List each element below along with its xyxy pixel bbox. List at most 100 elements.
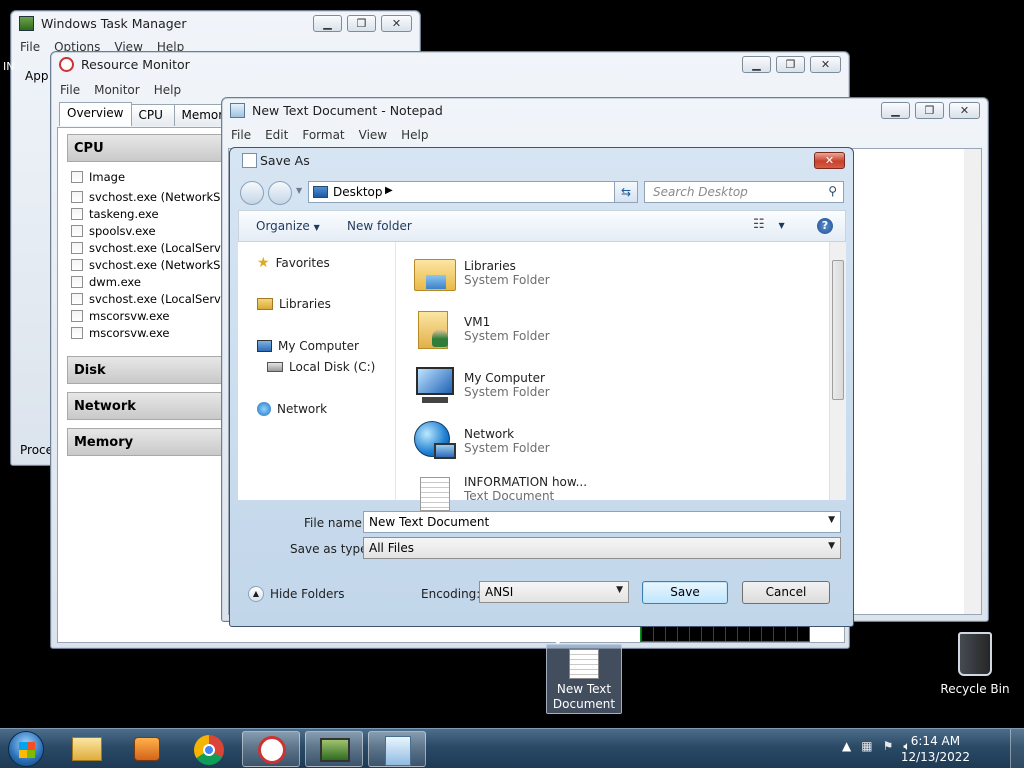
help-button[interactable]: ? [817,218,833,234]
menu-format[interactable]: Format [302,128,344,142]
tab-applications[interactable]: App [25,69,48,83]
taskbar-task-manager-button[interactable] [305,731,363,767]
new-folder-button[interactable]: New folder [347,219,412,233]
minimize-button[interactable]: ▁ [313,15,342,32]
minimize-button[interactable]: ▁ [742,56,771,73]
address-bar[interactable]: Desktop ▶ ▼ [308,181,638,203]
taskbar-resource-monitor-button[interactable] [242,731,300,767]
chevron-down-icon: ▼ [778,221,785,230]
nav-favorites[interactable]: ★ Favorites [257,255,330,271]
menu-edit[interactable]: Edit [265,128,288,142]
desktop-icon-new-text-document[interactable]: New Text Document [546,644,622,714]
organize-button[interactable]: Organize ▼ [256,219,320,233]
refresh-icon: ⇆ [620,185,632,199]
maximize-button[interactable]: ❐ [347,15,376,32]
menu-help[interactable]: Help [401,128,428,142]
hide-folders-button[interactable]: ▲ Hide Folders [248,586,345,602]
process-checkbox[interactable] [71,275,83,288]
chrome-icon [194,735,224,765]
start-button[interactable] [8,731,44,767]
menu-file[interactable]: File [20,40,40,54]
recent-locations-icon[interactable]: ▼ [296,186,302,195]
process-checkbox[interactable] [71,224,83,237]
minimize-button[interactable]: ▁ [881,102,910,119]
process-checkbox[interactable] [71,207,83,220]
save-as-type-value: All Files [369,541,415,555]
process-row[interactable]: mscorsvw.exe [71,324,169,341]
column-header-image[interactable]: Image [71,168,125,185]
maximize-button[interactable]: ❐ [915,102,944,119]
section-network[interactable]: Network [67,392,237,420]
taskbar-chrome-button[interactable] [180,731,238,767]
process-row[interactable]: dwm.exe [71,273,141,290]
process-checkbox[interactable] [71,309,83,322]
file-name-input[interactable]: New Text Document ▼ [363,511,841,533]
show-desktop-button[interactable] [1010,729,1024,768]
notepad-titlebar[interactable]: New Text Document - Notepad ▁ ❐ ✕ [222,98,988,124]
close-button[interactable]: ✕ [381,15,412,32]
scrollbar-thumb[interactable] [832,260,844,400]
process-checkbox[interactable] [71,326,83,339]
menu-help[interactable]: Help [154,83,181,97]
nav-libraries[interactable]: Libraries [257,297,331,311]
process-checkbox[interactable] [71,258,83,271]
section-cpu[interactable]: CPU [67,134,237,162]
close-icon: ✕ [959,104,970,117]
chevron-right-icon[interactable]: ▶ [385,185,393,196]
section-cpu-label: CPU [74,141,104,156]
select-all-checkbox[interactable] [71,170,83,183]
close-button[interactable]: ✕ [810,56,841,73]
task-manager-titlebar[interactable]: Windows Task Manager ▁ ❐ ✕ [11,11,420,37]
clock-date: 12/13/2022 [900,750,970,764]
save-as-dialog[interactable]: Save As ✕ ▼ Desktop ▶ ▼ ⇆ Search Desktop… [229,147,854,627]
save-as-type-select[interactable]: All Files ▼ [363,537,841,559]
view-options-button[interactable]: ☷ ▼ [753,217,785,232]
list-item[interactable]: INFORMATION how... Text Document [412,464,587,514]
taskbar-media-player-button[interactable] [118,731,176,767]
network-status-icon[interactable]: ▦ [861,739,872,754]
notepad-scrollbar[interactable] [964,149,981,614]
clock[interactable]: 6:14 AM 12/13/2022 [901,733,970,765]
chevron-down-icon[interactable]: ▼ [828,515,835,525]
nav-local-disk[interactable]: Local Disk (C:) [267,360,375,374]
resource-monitor-titlebar[interactable]: Resource Monitor ▁ ❐ ✕ [51,52,849,78]
process-row[interactable]: taskeng.exe [71,205,159,222]
search-icon: ⚲ [828,184,837,198]
section-disk[interactable]: Disk [67,356,237,384]
file-list-scrollbar[interactable] [829,242,846,500]
save-as-titlebar[interactable]: Save As ✕ [230,148,853,174]
back-button[interactable] [240,181,264,205]
nav-network[interactable]: Network [257,402,327,416]
close-button[interactable]: ✕ [949,102,980,119]
taskbar-notepad-button[interactable] [368,731,426,767]
close-button[interactable]: ✕ [814,152,845,169]
process-checkbox[interactable] [71,292,83,305]
save-button[interactable]: Save [642,581,728,604]
process-row[interactable]: mscorsvw.exe [71,307,169,324]
list-item[interactable]: Network System Folder [412,416,550,466]
refresh-button[interactable]: ⇆ [614,181,638,203]
list-item[interactable]: My Computer System Folder [412,360,550,410]
taskbar-explorer-button[interactable] [58,731,116,767]
menu-monitor[interactable]: Monitor [94,83,140,97]
process-row[interactable]: spoolsv.exe [71,222,156,239]
show-hidden-icons-icon[interactable]: ▲ [842,739,851,754]
nav-my-computer[interactable]: My Computer [257,339,359,353]
list-item[interactable]: VM1 System Folder [412,304,550,354]
section-memory[interactable]: Memory [67,428,237,456]
cancel-button[interactable]: Cancel [742,581,830,604]
process-checkbox[interactable] [71,241,83,254]
search-input[interactable]: Search Desktop ⚲ [644,181,844,203]
menu-view[interactable]: View [359,128,387,142]
menu-file[interactable]: File [60,83,80,97]
desktop-icon-recycle-bin[interactable]: Recycle Bin [937,632,1013,696]
menu-file[interactable]: File [231,128,251,142]
process-checkbox[interactable] [71,190,83,203]
list-item[interactable]: Libraries System Folder [412,248,550,298]
encoding-select[interactable]: ANSI ▼ [479,581,629,603]
action-center-icon[interactable]: ⚑ [883,739,894,754]
forward-button[interactable] [268,181,292,205]
tab-overview[interactable]: Overview [59,102,132,126]
maximize-button[interactable]: ❐ [776,56,805,73]
tab-cpu[interactable]: CPU [130,104,175,126]
